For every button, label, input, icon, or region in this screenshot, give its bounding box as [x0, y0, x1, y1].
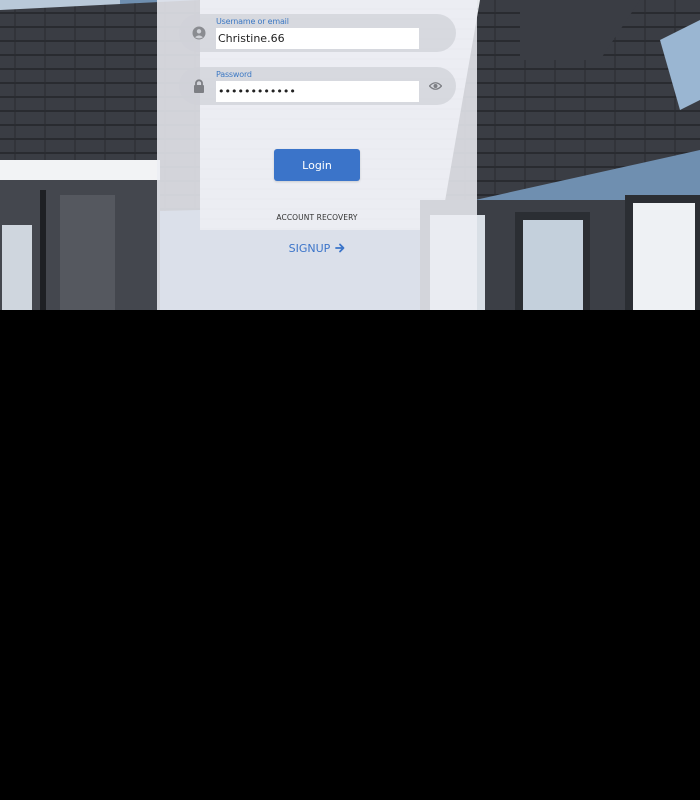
username-input[interactable] — [216, 28, 419, 49]
user-circle-icon — [192, 26, 206, 40]
signup-link[interactable]: SIGNUP — [157, 242, 477, 255]
arrow-right-icon — [335, 243, 345, 253]
login-button[interactable]: Login — [274, 149, 360, 181]
password-label: Password — [216, 70, 252, 79]
password-field: Password — [179, 67, 456, 105]
password-input[interactable] — [216, 81, 419, 102]
eye-icon[interactable] — [429, 80, 442, 92]
account-recovery-link[interactable]: ACCOUNT RECOVERY — [157, 213, 477, 222]
lock-icon — [194, 79, 204, 93]
login-panel: Username or email Password Login ACCOUNT… — [157, 0, 477, 310]
login-page: Username or email Password Login ACCOUNT… — [0, 0, 700, 310]
username-field: Username or email — [179, 14, 456, 52]
signup-label: SIGNUP — [288, 242, 331, 255]
username-label: Username or email — [216, 17, 289, 26]
